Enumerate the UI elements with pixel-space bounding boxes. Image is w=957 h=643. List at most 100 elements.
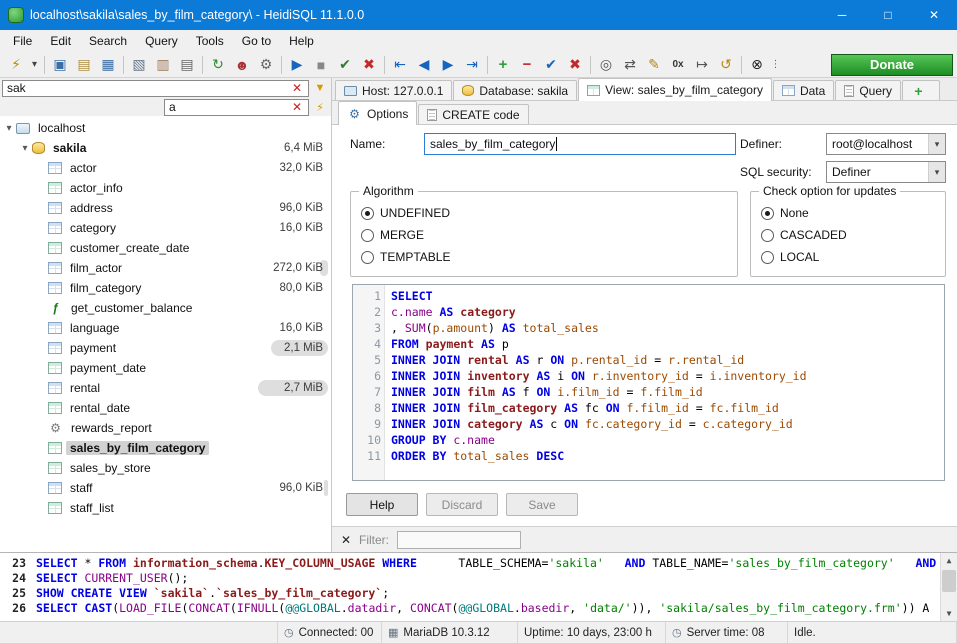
session-manager-icon[interactable]: ⚡ xyxy=(4,54,28,76)
nav-last-icon[interactable]: ⇥ xyxy=(460,54,484,76)
tree-item-customer_create_date[interactable]: customer_create_date xyxy=(0,238,331,258)
scroll-down-icon[interactable]: ▼ xyxy=(941,606,957,621)
tab-database[interactable]: Database: sakila xyxy=(453,80,577,100)
sql-security-combo[interactable]: Definer ▾ xyxy=(826,161,946,183)
radio-none[interactable]: None xyxy=(761,202,935,224)
minimize-button[interactable]: ─ xyxy=(819,0,865,30)
paste-icon[interactable]: ▥ xyxy=(151,54,175,76)
revert-changes-icon[interactable]: ✖ xyxy=(563,54,587,76)
filter-input-2[interactable]: a✕ xyxy=(164,99,309,116)
nav-next-icon[interactable]: ▶ xyxy=(436,54,460,76)
tree-item-rewards_report[interactable]: ⚙rewards_report xyxy=(0,418,331,438)
reformat-code-icon[interactable]: ↺ xyxy=(714,54,738,76)
menu-item-search[interactable]: Search xyxy=(80,31,136,51)
data-filter-input[interactable] xyxy=(397,531,521,549)
tab-view[interactable]: View: sales_by_film_category xyxy=(578,78,772,101)
scrollbar-thumb[interactable] xyxy=(942,570,956,592)
sql-editor[interactable]: 1SELECT2c.name AS category3, SUM(p.amoun… xyxy=(352,284,945,481)
tree-item-localhost[interactable]: ▾localhost xyxy=(0,118,331,138)
definer-combo[interactable]: root@localhost ▾ xyxy=(826,133,946,155)
menu-item-tools[interactable]: Tools xyxy=(187,31,233,51)
apply-icon[interactable]: ✔ xyxy=(333,54,357,76)
discard-button[interactable]: Discard xyxy=(426,493,498,516)
table-filter-icon[interactable]: ▼ xyxy=(311,82,329,94)
tab-host[interactable]: Host: 127.0.0.1 xyxy=(335,80,452,100)
tree-item-sales_by_film_category[interactable]: sales_by_film_category xyxy=(0,438,331,458)
radio-local[interactable]: LOCAL xyxy=(761,246,935,268)
insert-row-icon[interactable]: + xyxy=(491,54,515,76)
menu-item-edit[interactable]: Edit xyxy=(41,31,80,51)
cancel-icon[interactable]: ✖ xyxy=(357,54,381,76)
filter-input-1[interactable]: sak✕ xyxy=(2,80,309,97)
new-query-tab-icon[interactable]: ▣ xyxy=(48,54,72,76)
apply-filter-icon[interactable]: ⚡ xyxy=(311,101,329,114)
preferences-icon[interactable]: ⚙ xyxy=(254,54,278,76)
tree-item-payment_date[interactable]: payment_date xyxy=(0,358,331,378)
expander-icon[interactable]: ▾ xyxy=(18,143,32,154)
save-button[interactable]: Save xyxy=(506,493,578,516)
save-code-icon[interactable]: ▦ xyxy=(96,54,120,76)
log-scrollbar[interactable]: ▲ ▼ xyxy=(940,553,957,621)
view-name-input[interactable]: sales_by_film_category xyxy=(424,133,736,155)
menu-item-file[interactable]: File xyxy=(4,31,41,51)
close-button[interactable]: ✕ xyxy=(911,0,957,30)
copy-icon[interactable]: ▧ xyxy=(127,54,151,76)
radio-cascaded[interactable]: CASCADED xyxy=(761,224,935,246)
menu-item-go-to[interactable]: Go to xyxy=(233,31,280,51)
session-list-caret-icon[interactable]: ▾ xyxy=(28,54,41,76)
tree-item-film_actor[interactable]: film_actor272,0 KiB xyxy=(0,258,331,278)
cancel-operation-icon[interactable]: ⊗ xyxy=(745,54,769,76)
tree-item-language[interactable]: language16,0 KiB xyxy=(0,318,331,338)
chevron-down-icon[interactable]: ▾ xyxy=(928,134,945,154)
delete-row-icon[interactable]: − xyxy=(515,54,539,76)
donate-button[interactable]: Donate xyxy=(831,54,953,76)
title-bar[interactable]: localhost\sakila\sales_by_film_category\… xyxy=(0,0,957,30)
tree-item-staff[interactable]: staff96,0 KiB xyxy=(0,478,331,498)
tab-query[interactable]: Query xyxy=(835,80,901,100)
clear-filter-icon[interactable]: ✕ xyxy=(290,100,304,114)
tree-item-film_category[interactable]: film_category80,0 KiB xyxy=(0,278,331,298)
radio-undefined[interactable]: UNDEFINED xyxy=(361,202,727,224)
nav-previous-icon[interactable]: ◀ xyxy=(412,54,436,76)
print-icon[interactable]: ▤ xyxy=(175,54,199,76)
subtab-options[interactable]: ⚙Options xyxy=(338,101,417,125)
subtab-create-code[interactable]: CREATE code xyxy=(418,104,528,124)
overflow-menu-icon[interactable]: ⋮ xyxy=(769,54,782,76)
replace-text-icon[interactable]: ⇄ xyxy=(618,54,642,76)
tree-item-actor[interactable]: actor32,0 KiB xyxy=(0,158,331,178)
tree-item-get_customer_balance[interactable]: ƒget_customer_balance xyxy=(0,298,331,318)
stop-icon[interactable]: ■ xyxy=(309,54,333,76)
tab-new-query-tab[interactable]: + xyxy=(902,80,940,100)
clear-filter-icon[interactable]: ✕ xyxy=(290,81,304,95)
help-button[interactable]: Help xyxy=(346,493,418,516)
nav-first-icon[interactable]: ⇤ xyxy=(388,54,412,76)
radio-temptable[interactable]: TEMPTABLE xyxy=(361,246,727,268)
tree-item-category[interactable]: category16,0 KiB xyxy=(0,218,331,238)
menu-item-help[interactable]: Help xyxy=(280,31,323,51)
refresh-icon[interactable]: ↻ xyxy=(206,54,230,76)
hex-view-icon[interactable]: 0x xyxy=(666,54,690,76)
execute-sql-icon[interactable]: ▶ xyxy=(285,54,309,76)
tree-item-sales_by_store[interactable]: sales_by_store xyxy=(0,458,331,478)
tree-item-sakila[interactable]: ▾sakila6,4 MiB xyxy=(0,138,331,158)
tab-data[interactable]: Data xyxy=(773,80,834,100)
export-data-icon[interactable]: ↦ xyxy=(690,54,714,76)
tree-item-actor_info[interactable]: actor_info xyxy=(0,178,331,198)
edit-highlight-icon[interactable]: ✎ xyxy=(642,54,666,76)
expander-icon[interactable]: ▾ xyxy=(2,123,16,134)
sql-log-panel[interactable]: 23SELECT * FROM information_schema.KEY_C… xyxy=(0,552,957,621)
tree-item-rental_date[interactable]: rental_date xyxy=(0,398,331,418)
scroll-up-icon[interactable]: ▲ xyxy=(941,553,957,568)
menu-item-query[interactable]: Query xyxy=(136,31,187,51)
user-manager-icon[interactable]: ☻ xyxy=(230,54,254,76)
tree-item-staff_list[interactable]: staff_list xyxy=(0,498,331,518)
radio-merge[interactable]: MERGE xyxy=(361,224,727,246)
chevron-down-icon[interactable]: ▾ xyxy=(928,162,945,182)
find-text-icon[interactable]: ◎ xyxy=(594,54,618,76)
tree-item-rental[interactable]: rental2,7 MiB xyxy=(0,378,331,398)
maximize-button[interactable]: □ xyxy=(865,0,911,30)
tree-item-address[interactable]: address96,0 KiB xyxy=(0,198,331,218)
close-filter-icon[interactable]: ✕ xyxy=(341,533,359,547)
tree-item-payment[interactable]: payment2,1 MiB xyxy=(0,338,331,358)
open-sql-file-icon[interactable]: ▤ xyxy=(72,54,96,76)
